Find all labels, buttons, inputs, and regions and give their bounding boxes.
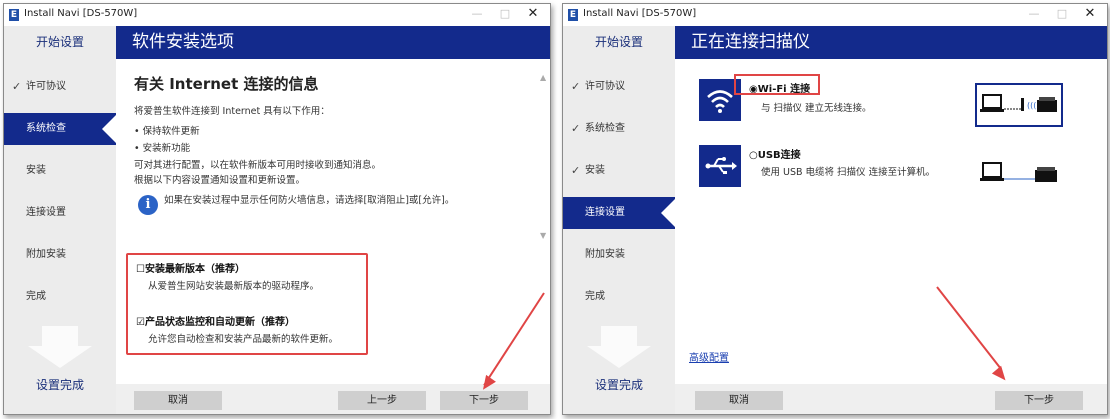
sidebar-item-label: 安装 xyxy=(585,165,605,176)
epson-app-icon: E xyxy=(568,9,578,21)
bullet-item: • 安装新功能 xyxy=(134,143,191,154)
check-icon: ✓ xyxy=(571,122,581,135)
minimize-button[interactable]: — xyxy=(464,6,490,22)
installer-window-connect-scanner: E Install Navi [DS-570W] — □ ✕ 开始设置 ✓ 许可… xyxy=(562,3,1108,415)
sidebar-footer: 设置完成 xyxy=(594,378,643,392)
usb-label: USB连接 xyxy=(757,150,801,161)
usb-description: 使用 USB 电缆将 扫描仪 连接至计算机。 xyxy=(761,167,936,178)
settings-text: 根据以下内容设置通知设置和更新设置。 xyxy=(134,175,306,186)
checkbox-unchecked[interactable]: ☐ xyxy=(136,264,145,275)
info-icon: i xyxy=(138,195,158,215)
sidebar-item-label: 附加安装 xyxy=(26,249,66,260)
sidebar-item-label: 连接设置 xyxy=(585,207,625,218)
scroll-down-icon[interactable]: ▼ xyxy=(540,231,548,240)
svg-text:(((: ((( xyxy=(1027,101,1036,110)
minimize-button[interactable]: — xyxy=(1021,6,1047,22)
sidebar-item-system-check: 系统检查 xyxy=(4,113,116,145)
content-area: ◉Wi-Fi 连接 与 扫描仪 建立无线连接。 (((○USB连接 使用 US… xyxy=(675,59,1107,384)
content-area: 有关 Internet 连接的信息 将爱普生软件连接到 Internet 具有以… xyxy=(116,59,550,384)
page-title: 正在连接扫描仪 xyxy=(675,26,1107,59)
wifi-description: 与 扫描仪 建立无线连接。 xyxy=(761,103,872,114)
window-title: Install Navi [DS-570W] xyxy=(24,8,138,19)
sidebar-header: 开始设置 xyxy=(594,35,643,49)
sidebar-header: 开始设置 xyxy=(35,35,84,49)
option-latest-version[interactable]: ☐安装最新版本（推荐） xyxy=(136,260,245,275)
steps-sidebar: 开始设置 ✓ 许可协议 ✓ 系统检查 ✓ 安装 连接设置 附加安装 完成 设置完… xyxy=(563,26,675,414)
usb-setup-illustration xyxy=(975,155,1061,195)
sidebar-item-additional: 附加安装 xyxy=(563,239,675,271)
section-heading: 有关 Internet 连接的信息 xyxy=(134,75,319,93)
sidebar-item-finish: 完成 xyxy=(4,281,116,313)
maximize-button[interactable]: □ xyxy=(1049,6,1075,22)
usb-radio[interactable]: ○USB连接 xyxy=(749,146,801,161)
cancel-button[interactable]: 取消 xyxy=(134,391,222,410)
steps-sidebar: 开始设置 ✓ 许可协议 系统检查 安装 连接设置 附加安装 完成 设置完成 xyxy=(4,26,116,414)
wifi-option-highlight xyxy=(734,74,820,95)
sidebar-item-system-check: ✓ 系统检查 xyxy=(563,113,675,145)
sidebar-footer: 设置完成 xyxy=(35,378,84,392)
sidebar-item-connection: 连接设置 xyxy=(4,197,116,229)
option-label: 安装最新版本（推荐） xyxy=(144,264,245,275)
next-button[interactable]: 下一步 xyxy=(440,391,528,410)
usb-icon xyxy=(699,145,741,187)
intro-text: 将爱普生软件连接到 Internet 具有以下作用： xyxy=(134,106,330,117)
check-icon: ✓ xyxy=(12,80,22,93)
option-label: 产品状态监控和自动更新（推荐） xyxy=(144,317,295,328)
bullet-text: 安装新功能 xyxy=(142,143,191,154)
epson-app-icon: E xyxy=(9,9,19,21)
sidebar-item-label: 安装 xyxy=(26,165,46,176)
wifi-setup-illustration: ((( xyxy=(975,83,1063,127)
title-bar: E Install Navi [DS-570W] — □ ✕ xyxy=(4,4,550,26)
sidebar-item-label: 完成 xyxy=(585,291,605,302)
option-description: 从爱普生网站安装最新版本的驱动程序。 xyxy=(148,281,320,292)
option-auto-update[interactable]: ☑产品状态监控和自动更新（推荐） xyxy=(136,313,295,328)
sidebar-item-install: ✓ 安装 xyxy=(563,155,675,187)
bullet-text: 保持软件更新 xyxy=(142,126,200,137)
sidebar-item-label: 系统检查 xyxy=(26,123,66,134)
checkbox-checked[interactable]: ☑ xyxy=(136,317,145,328)
window-title: Install Navi [DS-570W] xyxy=(583,8,697,19)
sidebar-item-label: 连接设置 xyxy=(26,207,66,218)
page-title: 软件安装选项 xyxy=(116,26,550,59)
close-button[interactable]: ✕ xyxy=(520,6,546,22)
sidebar-item-connection: 连接设置 xyxy=(563,197,675,229)
button-bar: 取消 下一步 xyxy=(675,384,1107,414)
firewall-note: 如果在安装过程中显示任何防火墙信息，请选择[取消阻止]或[允许]。 xyxy=(164,195,455,206)
sidebar-item-finish: 完成 xyxy=(563,281,675,313)
installer-window-software-options: E Install Navi [DS-570W] — □ ✕ 开始设置 ✓ 许可… xyxy=(3,3,551,415)
scrollbar[interactable]: ▲ ▼ xyxy=(538,59,550,249)
scroll-up-icon[interactable]: ▲ xyxy=(540,73,548,82)
sidebar-item-license: ✓ 许可协议 xyxy=(4,71,116,103)
update-options-highlight: ☐安装最新版本（推荐） 从爱普生网站安装最新版本的驱动程序。 ☑产品状态监控和自… xyxy=(126,253,368,355)
title-bar: E Install Navi [DS-570W] — □ ✕ xyxy=(563,4,1107,26)
sidebar-item-label: 完成 xyxy=(26,291,46,302)
sidebar-item-install: 安装 xyxy=(4,155,116,187)
next-button[interactable]: 下一步 xyxy=(995,391,1083,410)
sidebar-item-license: ✓ 许可协议 xyxy=(563,71,675,103)
config-text: 可对其进行配置，以在软件新版本可用时接收到通知消息。 xyxy=(134,160,382,171)
back-button[interactable]: 上一步 xyxy=(338,391,426,410)
sidebar-item-label: 附加安装 xyxy=(585,249,625,260)
advanced-config-link[interactable]: 高级配置 xyxy=(689,349,729,364)
sidebar-item-label: 许可协议 xyxy=(26,81,66,92)
radio-unselected[interactable]: ○ xyxy=(749,150,758,161)
bullet-item: • 保持软件更新 xyxy=(134,126,200,137)
check-icon: ✓ xyxy=(571,164,581,177)
sidebar-item-additional: 附加安装 xyxy=(4,239,116,271)
check-icon: ✓ xyxy=(571,80,581,93)
close-button[interactable]: ✕ xyxy=(1077,6,1103,22)
maximize-button[interactable]: □ xyxy=(492,6,518,22)
sidebar-item-label: 系统检查 xyxy=(585,123,625,134)
option-description: 允许您自动检查和安装产品最新的软件更新。 xyxy=(148,334,339,345)
cancel-button[interactable]: 取消 xyxy=(695,391,783,410)
sidebar-item-label: 许可协议 xyxy=(585,81,625,92)
